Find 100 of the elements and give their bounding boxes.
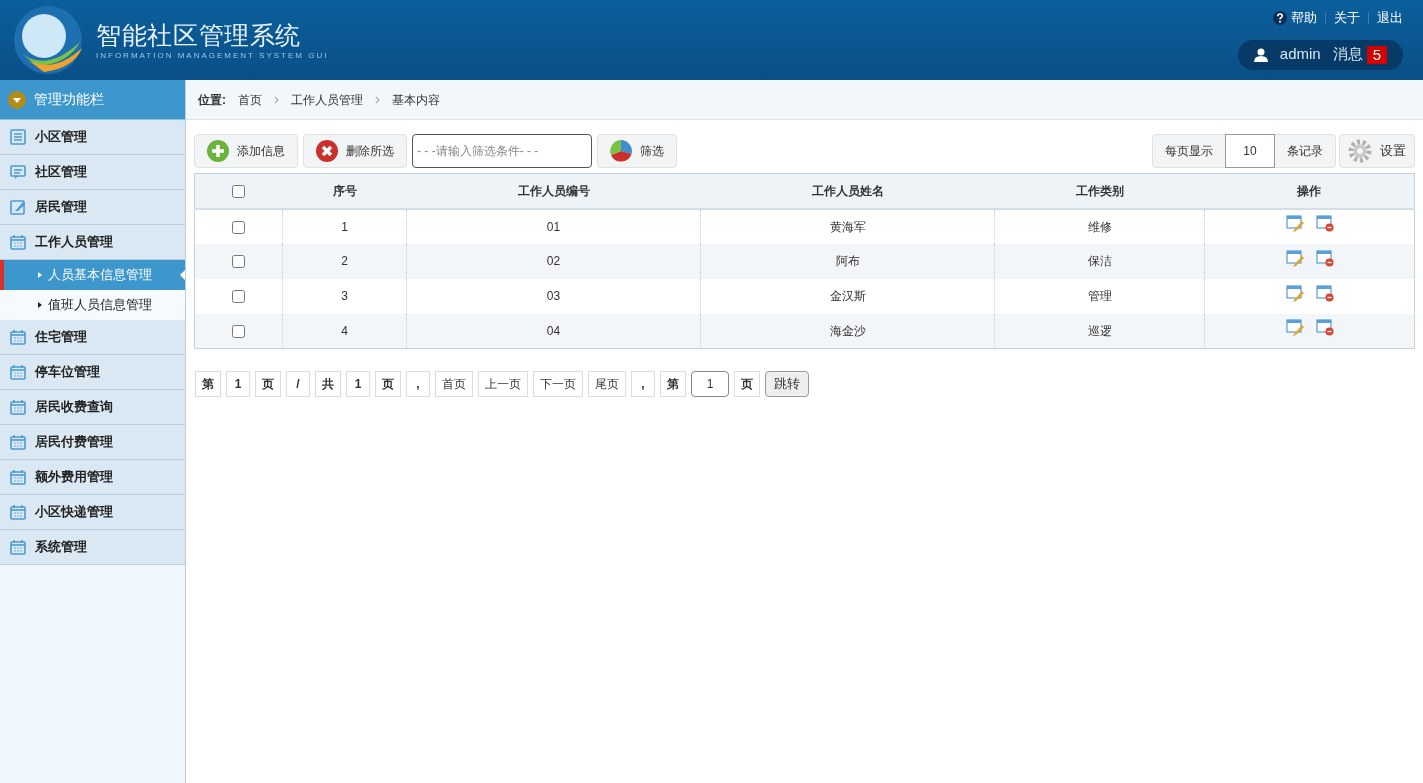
edit-icon[interactable]	[1285, 249, 1304, 267]
header-link[interactable]: 帮助	[1291, 8, 1317, 28]
table-cell: 巡逻	[994, 313, 1205, 349]
page-link[interactable]: 尾页	[588, 371, 626, 397]
sidebar-title: 管理功能栏	[34, 90, 104, 109]
calendar-icon	[10, 234, 26, 250]
sidebar-item[interactable]: 社区管理	[0, 155, 185, 190]
page-text: 页	[734, 371, 760, 397]
page-link[interactable]: 下一页	[533, 371, 583, 397]
settings-button[interactable]: 设置	[1339, 133, 1415, 168]
sidebar-item[interactable]: 小区快递管理	[0, 495, 185, 530]
table-cell: 2	[282, 243, 407, 279]
page-text: 1	[346, 371, 370, 397]
delete-window-icon[interactable]	[1315, 319, 1334, 337]
pointer-icon	[180, 270, 185, 280]
row-checkbox[interactable]	[232, 325, 245, 339]
message-count: 5	[1366, 45, 1387, 64]
page-text: 第	[660, 371, 686, 397]
edit-icon	[10, 199, 26, 215]
column-header: 工作人员编号	[406, 173, 701, 209]
chevron-icon	[375, 95, 380, 104]
edit-icon[interactable]	[1285, 319, 1304, 337]
sidebar-item[interactable]: 住宅管理	[0, 320, 185, 355]
help-icon	[1273, 10, 1287, 25]
row-checkbox[interactable]	[232, 220, 245, 234]
filter-field[interactable]: - - -请输入筛选条件- - -	[412, 133, 592, 168]
page-text: ,	[631, 371, 655, 397]
table-cell: 维修	[994, 208, 1205, 244]
add-button[interactable]: 添加信息	[194, 133, 298, 168]
page-text: 页	[375, 371, 401, 397]
jump-button[interactable]: 跳转	[765, 371, 809, 397]
triangle-icon	[38, 302, 42, 308]
calendar-icon	[10, 399, 26, 415]
delete-window-icon[interactable]	[1315, 249, 1334, 267]
sidebar-item[interactable]: 居民管理	[0, 190, 185, 225]
edit-icon[interactable]	[1285, 284, 1304, 302]
page-link[interactable]: 首页	[435, 371, 473, 397]
per-page-label: 每页显示	[1164, 142, 1214, 160]
submenu-item[interactable]: 值班人员信息管理	[0, 290, 185, 320]
page-text: 共	[315, 371, 341, 397]
column-header: 操作	[1204, 173, 1415, 209]
select-all-checkbox[interactable]	[232, 185, 246, 199]
chevron-icon	[274, 95, 279, 104]
calendar-icon	[10, 329, 26, 345]
dropdown-icon	[8, 90, 26, 109]
list-icon	[10, 129, 26, 145]
breadcrumb-link[interactable]: 首页	[238, 90, 262, 109]
messages-link[interactable]: 消息	[1332, 43, 1363, 66]
sidebar-item[interactable]: 居民收费查询	[0, 390, 185, 425]
calendar-icon	[10, 469, 26, 485]
delete-button[interactable]: 删除所选	[303, 133, 407, 168]
header-link[interactable]: 关于	[1334, 8, 1360, 28]
username[interactable]: admin	[1279, 43, 1321, 66]
row-checkbox[interactable]	[232, 290, 245, 304]
page-text: 页	[255, 371, 281, 397]
column-header: 序号	[282, 173, 407, 209]
breadcrumb-link[interactable]: 工作人员管理	[291, 90, 363, 109]
page-number-field[interactable]: 1	[691, 371, 729, 397]
table-cell: 3	[282, 278, 407, 314]
delete-window-icon[interactable]	[1315, 284, 1334, 302]
per-page-field[interactable]: 10	[1225, 133, 1275, 168]
page-text: ,	[406, 371, 430, 397]
sidebar-item[interactable]: 停车位管理	[0, 355, 185, 390]
pie-chart-icon	[610, 139, 632, 162]
page-text: 1	[226, 371, 250, 397]
filter-button[interactable]: 筛选	[597, 133, 677, 168]
column-header: 工作人员姓名	[700, 173, 995, 209]
sidebar-item[interactable]: 工作人员管理	[0, 225, 185, 260]
page-text: /	[286, 371, 310, 397]
edit-icon[interactable]	[1285, 215, 1304, 232]
table-cell: 保洁	[994, 243, 1205, 279]
delete-window-icon[interactable]	[1315, 215, 1334, 232]
table-cell: 海金沙	[700, 313, 995, 349]
close-icon	[316, 139, 338, 162]
triangle-icon	[38, 272, 42, 278]
table-cell: 阿布	[700, 243, 995, 279]
row-checkbox[interactable]	[232, 255, 245, 269]
page-link[interactable]: 上一页	[478, 371, 528, 397]
calendar-icon	[10, 364, 26, 380]
table-cell: 4	[282, 313, 407, 349]
sidebar-item[interactable]: 小区管理	[0, 120, 185, 155]
table-cell: 04	[406, 313, 701, 349]
header-link[interactable]: 退出	[1377, 8, 1403, 28]
calendar-icon	[10, 504, 26, 520]
table-cell: 01	[406, 208, 701, 244]
table-cell: 03	[406, 278, 701, 314]
sidebar-item[interactable]: 额外费用管理	[0, 460, 185, 495]
column-header: 工作类别	[994, 173, 1205, 209]
breadcrumb-link[interactable]: 基本内容	[392, 90, 440, 109]
comment-icon	[10, 164, 26, 180]
breadcrumb-label: 位置:	[198, 91, 226, 109]
user-icon	[1253, 47, 1268, 62]
table-cell: 02	[406, 243, 701, 279]
app-title: 智能社区管理系统	[96, 20, 302, 52]
sidebar-item[interactable]: 居民付费管理	[0, 425, 185, 460]
app-subtitle: INFORMATION MANAGEMENT SYSTEM GUI	[96, 51, 329, 60]
sidebar-item[interactable]: 系统管理	[0, 530, 185, 565]
calendar-icon	[10, 434, 26, 450]
calendar-icon	[10, 539, 26, 555]
settings-icon	[1348, 138, 1372, 163]
